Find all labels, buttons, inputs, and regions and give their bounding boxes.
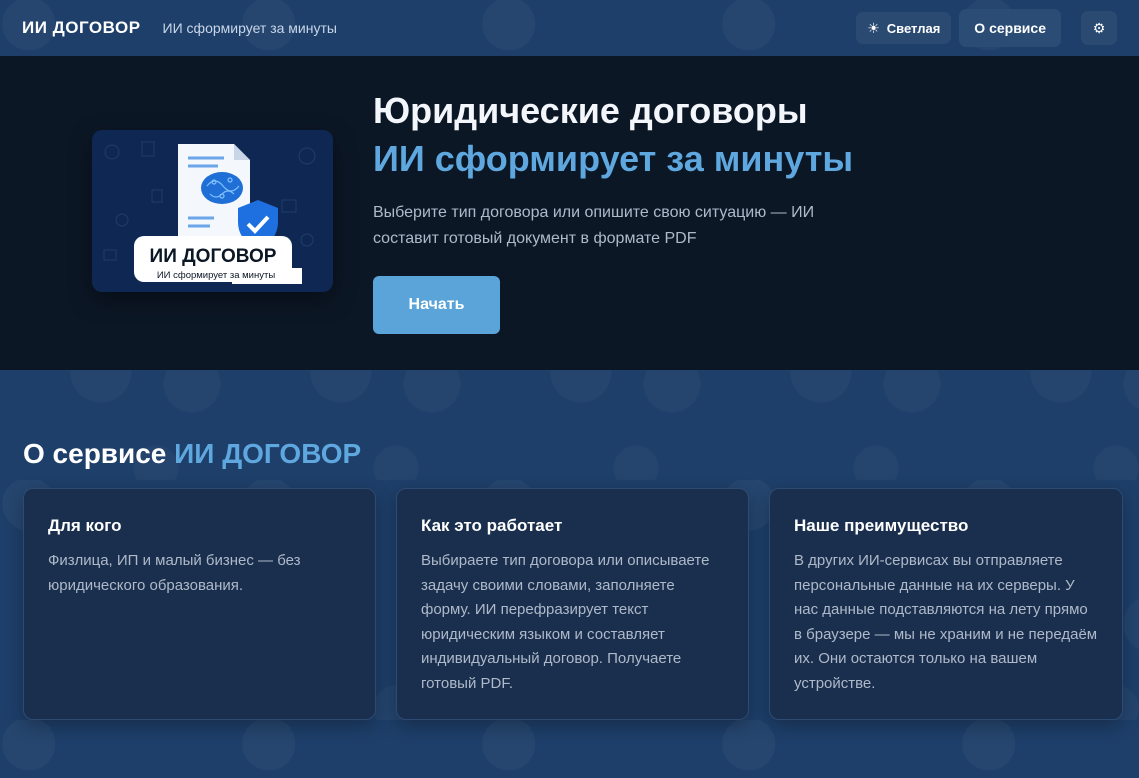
card-title: Наше преимущество <box>794 516 969 535</box>
settings-button[interactable]: ⚙ <box>1081 11 1117 45</box>
hero-section: ИИ ДОГОВОР ИИ сформирует за минуты Юриди… <box>0 56 1139 370</box>
about-service-label: О сервисе <box>974 20 1046 36</box>
hero-description: Выберите тип договора или опишите свою с… <box>373 204 815 247</box>
header-tagline: ИИ сформирует за минуты <box>162 20 337 36</box>
card-text: В других ИИ-сервисах вы отправляете перс… <box>794 552 1098 692</box>
card-text: Выбираете тип договора или описываете за… <box>421 552 710 692</box>
theme-toggle-button[interactable]: ☀ Светлая <box>856 12 952 44</box>
start-button[interactable]: Начать <box>373 276 500 334</box>
card-advantage: Наше преимущество В других ИИ-сервисах в… <box>769 488 1123 720</box>
card-text: Физлица, ИП и малый бизнес — без юридиче… <box>48 552 301 594</box>
hero-text-block: Юридические договоры ИИ сформирует за ми… <box>373 90 933 252</box>
gear-icon: ⚙ <box>1092 19 1106 36</box>
hero-logo-subtitle: ИИ сформирует за минуты <box>157 270 276 281</box>
about-section-heading: О сервисе ИИ ДОГОВОР <box>23 438 361 470</box>
hero-logo-image: ИИ ДОГОВОР ИИ сформирует за минуты <box>92 130 333 292</box>
top-actions: ☀ Светлая О сервисе ⚙ <box>856 9 1117 47</box>
hero-logo-title: ИИ ДОГОВОР <box>150 246 277 267</box>
about-service-button[interactable]: О сервисе <box>959 9 1061 47</box>
hero-title: Юридические договоры <box>373 90 808 131</box>
sun-icon: ☀ <box>867 19 880 36</box>
theme-toggle-label: Светлая <box>886 20 941 36</box>
top-bar: ИИ ДОГОВОР ИИ сформирует за минуты ☀ Све… <box>0 0 1139 56</box>
card-title: Как это работает <box>421 516 563 535</box>
about-heading-text: О сервисе <box>23 438 167 469</box>
card-title: Для кого <box>48 516 122 535</box>
brand-logo-text[interactable]: ИИ ДОГОВОР <box>22 18 141 38</box>
card-how-it-works: Как это работает Выбираете тип договора … <box>396 488 749 720</box>
hero-subtitle: ИИ сформирует за минуты <box>373 138 854 179</box>
card-for-whom: Для кого Физлица, ИП и малый бизнес — бе… <box>23 488 376 720</box>
about-heading-accent: ИИ ДОГОВОР <box>174 438 362 469</box>
about-cards: Для кого Физлица, ИП и малый бизнес — бе… <box>23 488 1123 720</box>
